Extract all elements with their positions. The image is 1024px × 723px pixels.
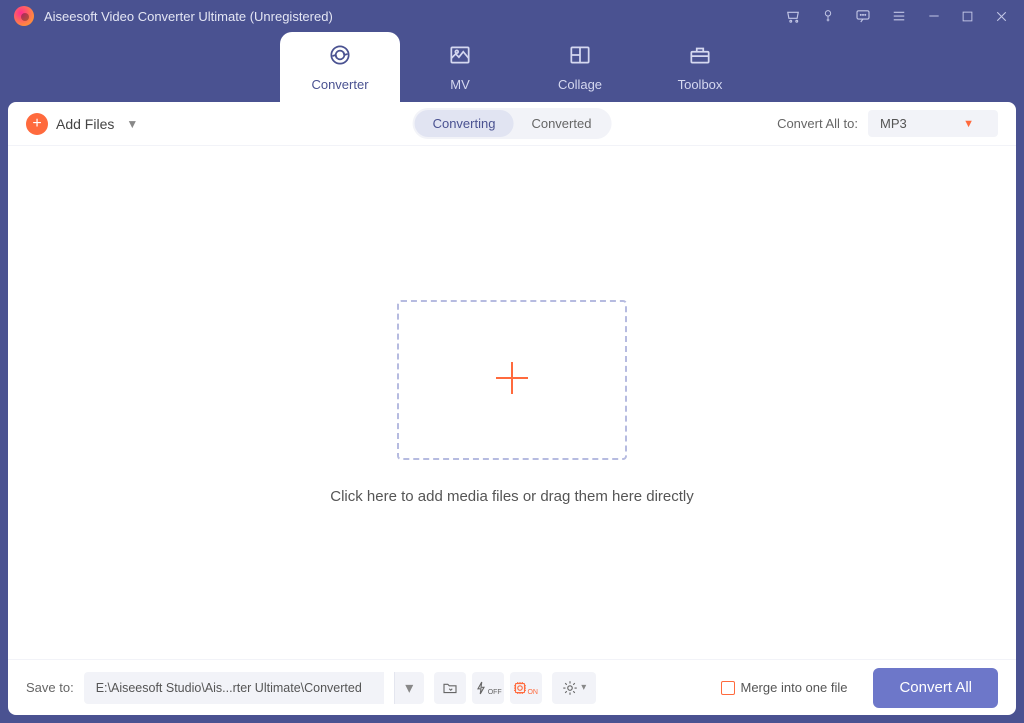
tab-label: Toolbox (678, 77, 723, 92)
tab-label: Converter (311, 77, 368, 92)
title-bar: Aiseesoft Video Converter Ultimate (Unre… (0, 0, 1024, 32)
app-logo-icon (14, 6, 34, 26)
settings-button[interactable]: ▾ (552, 672, 596, 704)
merge-label: Merge into one file (741, 680, 848, 695)
converter-icon (327, 42, 353, 71)
tab-label: MV (450, 77, 470, 92)
close-icon[interactable] (993, 7, 1010, 25)
convert-all-to: Convert All to: MP3 ▼ (777, 110, 998, 137)
main-tabs: Converter MV Collage Toolbox (0, 32, 1024, 102)
dropzone[interactable] (397, 300, 627, 460)
status-segment: Converting Converted (413, 108, 612, 139)
collage-icon (567, 42, 593, 71)
minimize-icon[interactable] (926, 7, 942, 25)
mv-icon (447, 42, 473, 71)
menu-icon[interactable] (890, 7, 908, 25)
toolbox-icon (687, 42, 713, 71)
cart-icon[interactable] (784, 7, 802, 25)
toolbar: + Add Files ▼ Converting Converted Conve… (8, 102, 1016, 146)
add-files-label: Add Files (56, 116, 114, 132)
feedback-icon[interactable] (854, 7, 872, 25)
save-path-field[interactable]: E:\Aiseesoft Studio\Ais...rter Ultimate\… (84, 672, 384, 704)
plus-icon: + (26, 113, 48, 135)
tab-converter[interactable]: Converter (280, 32, 400, 102)
merge-checkbox[interactable]: Merge into one file (721, 680, 848, 695)
checkbox-icon (721, 681, 735, 695)
dropzone-hint: Click here to add media files or drag th… (330, 488, 694, 505)
tab-label: Collage (558, 77, 602, 92)
window-controls (784, 7, 1010, 25)
path-dropdown[interactable]: ▾ (394, 672, 424, 704)
convert-all-button[interactable]: Convert All (873, 668, 998, 708)
add-plus-icon (488, 354, 536, 407)
maximize-icon[interactable] (960, 7, 975, 25)
add-files-button[interactable]: + Add Files ▼ (26, 113, 138, 135)
open-folder-button[interactable] (434, 672, 466, 704)
bottom-bar: Save to: E:\Aiseesoft Studio\Ais...rter … (8, 659, 1016, 715)
main-panel: + Add Files ▼ Converting Converted Conve… (8, 102, 1016, 715)
segment-converting[interactable]: Converting (415, 110, 514, 137)
tab-toolbox[interactable]: Toolbox (640, 32, 760, 102)
format-select[interactable]: MP3 (868, 110, 998, 137)
segment-converted[interactable]: Converted (513, 110, 609, 137)
convert-to-label: Convert All to: (777, 116, 858, 131)
window-title: Aiseesoft Video Converter Ultimate (Unre… (44, 9, 333, 24)
tab-collage[interactable]: Collage (520, 32, 640, 102)
gpu-accel-button[interactable]: ON (510, 672, 542, 704)
tab-mv[interactable]: MV (400, 32, 520, 102)
key-icon[interactable] (820, 7, 836, 25)
chevron-down-icon: ▼ (126, 117, 138, 131)
drop-area: Click here to add media files or drag th… (8, 146, 1016, 659)
hardware-accel-button[interactable]: OFF (472, 672, 504, 704)
save-to-label: Save to: (26, 680, 74, 695)
